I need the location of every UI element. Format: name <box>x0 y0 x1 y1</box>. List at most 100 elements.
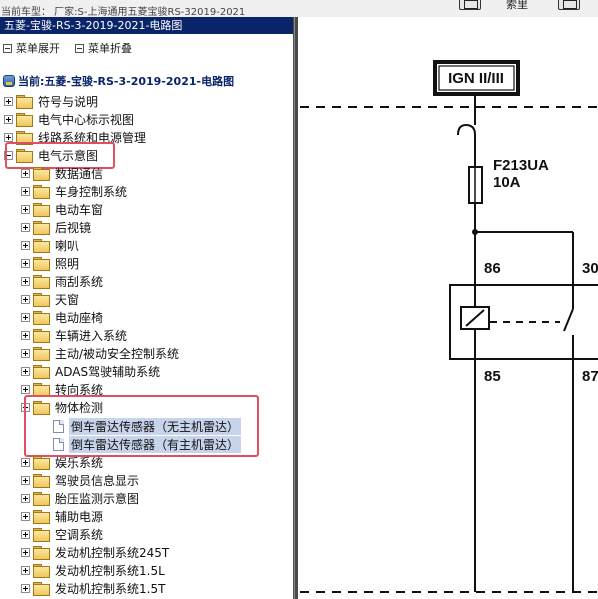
tree-item-sub[interactable]: 后视镜 <box>21 218 93 236</box>
expand-plus-icon[interactable] <box>21 312 30 322</box>
expand-plus-icon[interactable] <box>21 348 30 358</box>
tree-item-symbols[interactable]: 符号与说明 <box>4 92 100 110</box>
tree-item-sub[interactable]: 辅助电源 <box>21 507 105 525</box>
expand-plus-icon[interactable] <box>4 114 13 124</box>
current-root-node[interactable]: 当前:五菱-宝骏-RS-3-2019-2021-电路图 <box>3 72 234 90</box>
tree-item-sub[interactable]: 车辆进入系统 <box>21 326 129 344</box>
expand-plus-icon[interactable] <box>21 583 30 593</box>
expand-plus-icon[interactable] <box>21 547 30 557</box>
tree-item-sub[interactable]: 电动车窗 <box>21 200 105 218</box>
vehicle-label: 当前车型： 厂家:S-上海通用五菱宝骏RS-32019-2021 <box>1 7 246 18</box>
tree-item-label: 数据通信 <box>55 166 104 181</box>
menu-expand-button[interactable]: 菜单展开 <box>3 40 60 56</box>
folder-icon <box>33 347 50 361</box>
tree-item-label: 照明 <box>55 256 80 271</box>
tree-item-sub[interactable]: 空调系统 <box>21 525 105 543</box>
top-info-bar: 当前车型： 厂家:S-上海通用五菱宝骏RS-32019-2021 索里 <box>0 0 598 18</box>
tree-item-sub[interactable]: 发动机控制系统1.5T <box>21 579 167 597</box>
tree-item-label: 发动机控制系统245T <box>55 545 170 560</box>
expand-plus-icon[interactable] <box>21 186 30 196</box>
expand-plus-icon[interactable] <box>21 258 30 268</box>
expand-plus-icon[interactable] <box>21 330 30 340</box>
tree-item-label: 天窗 <box>55 292 80 307</box>
menu-collapse-button[interactable]: 菜单折叠 <box>75 40 132 56</box>
folder-icon <box>33 546 50 560</box>
expand-plus-icon[interactable] <box>21 475 30 485</box>
tree-item-label: 后视镜 <box>55 220 92 235</box>
folder-icon <box>33 582 50 596</box>
tree-item-sub[interactable]: 天窗 <box>21 290 81 308</box>
expand-plus-icon[interactable] <box>21 204 30 214</box>
tree-item-label: 发动机控制系统1.5T <box>55 581 166 596</box>
expand-plus-icon[interactable] <box>21 240 30 250</box>
folder-icon <box>33 564 50 578</box>
tree-item-label: 胎压监测示意图 <box>55 491 140 506</box>
tree-item-sub[interactable]: 发动机控制系统245T <box>21 543 171 561</box>
panel-title: 五菱-宝骏-RS-3-2019-2021-电路图 <box>0 17 293 34</box>
toolbar-window-icon-2[interactable] <box>558 0 580 10</box>
folder-icon <box>33 293 50 307</box>
folder-icon <box>33 167 50 181</box>
tree-item-sub[interactable]: 娱乐系统 <box>21 453 105 471</box>
folder-icon <box>33 383 50 397</box>
expand-plus-icon[interactable] <box>21 493 30 503</box>
tree-panel: 五菱-宝骏-RS-3-2019-2021-电路图 菜单展开 菜单折叠 当前:五菱… <box>0 17 293 599</box>
folder-icon <box>33 185 50 199</box>
pin-85-label: 85 <box>484 368 501 385</box>
app-window: 当前车型： 厂家:S-上海通用五菱宝骏RS-32019-2021 索里 五菱-宝… <box>0 0 598 599</box>
tree-item-label: 喇叭 <box>55 238 80 253</box>
expand-plus-icon[interactable] <box>21 511 30 521</box>
toolbar-window-icon[interactable] <box>459 0 481 10</box>
folder-icon <box>33 221 50 235</box>
expand-plus-icon[interactable] <box>21 168 30 178</box>
tree-item-label: 娱乐系统 <box>55 455 104 470</box>
expand-plus-icon[interactable] <box>21 384 30 394</box>
connector-hook-icon <box>457 123 476 136</box>
expand-plus-icon[interactable] <box>21 565 30 575</box>
tree-item-sub[interactable]: 发动机控制系统1.5L <box>21 561 167 579</box>
tree-item-label: 电动座椅 <box>55 310 104 325</box>
expand-plus-icon[interactable] <box>21 366 30 376</box>
tree-item-sub[interactable]: 照明 <box>21 254 81 272</box>
folder-icon <box>33 492 50 506</box>
expand-plus-icon[interactable] <box>4 96 13 106</box>
expand-plus-icon[interactable] <box>21 222 30 232</box>
expand-plus-icon[interactable] <box>4 132 13 142</box>
fuse-name: F213UA <box>493 157 549 174</box>
tree-item-label: 车身控制系统 <box>55 184 128 199</box>
menu-icon <box>75 43 84 53</box>
expand-plus-icon[interactable] <box>21 529 30 539</box>
wiring-diagram: IGN II/III F213UA 10A 86 30 85 87 <box>298 17 598 599</box>
tree-item-label: 符号与说明 <box>38 94 99 109</box>
tree-item-label: 空调系统 <box>55 527 104 542</box>
tree-item-sub[interactable]: 喇叭 <box>21 236 81 254</box>
tree-item-electrical-center[interactable]: 电气中心标示视图 <box>4 110 136 128</box>
tree-item-sub[interactable]: 驾驶员信息显示 <box>21 471 141 489</box>
folder-icon <box>16 113 33 127</box>
tree-item-sub[interactable]: 数据通信 <box>21 164 105 182</box>
tree-item-sub[interactable]: 胎压监测示意图 <box>21 489 141 507</box>
highlight-box-object-detection <box>24 395 259 457</box>
car-icon <box>3 75 15 87</box>
tree-item-sub[interactable]: 电动座椅 <box>21 308 105 326</box>
tree-item-label: 雨刮系统 <box>55 274 104 289</box>
tree-item-label: 车辆进入系统 <box>55 328 128 343</box>
tree-item-label: 电气中心标示视图 <box>38 112 135 127</box>
pin-87-label: 87 <box>582 368 598 385</box>
menu-expand-label: 菜单展开 <box>16 42 60 55</box>
folder-icon <box>33 257 50 271</box>
fuse-rating: 10A <box>493 174 521 191</box>
tree-item-sub[interactable]: ADAS驾驶辅助系统 <box>21 362 162 380</box>
tree-item-sub[interactable]: 雨刮系统 <box>21 272 105 290</box>
tree-item-sub[interactable]: 主动/被动安全控制系统 <box>21 344 181 362</box>
tree-item-label: 电动车窗 <box>55 202 104 217</box>
folder-icon <box>33 510 50 524</box>
expand-plus-icon[interactable] <box>21 294 30 304</box>
folder-icon <box>33 456 50 470</box>
expand-plus-icon[interactable] <box>21 276 30 286</box>
expand-plus-icon[interactable] <box>21 457 30 467</box>
folder-icon <box>33 474 50 488</box>
tree-item-sub[interactable]: 车身控制系统 <box>21 182 129 200</box>
folder-icon <box>33 239 50 253</box>
folder-icon <box>33 275 50 289</box>
